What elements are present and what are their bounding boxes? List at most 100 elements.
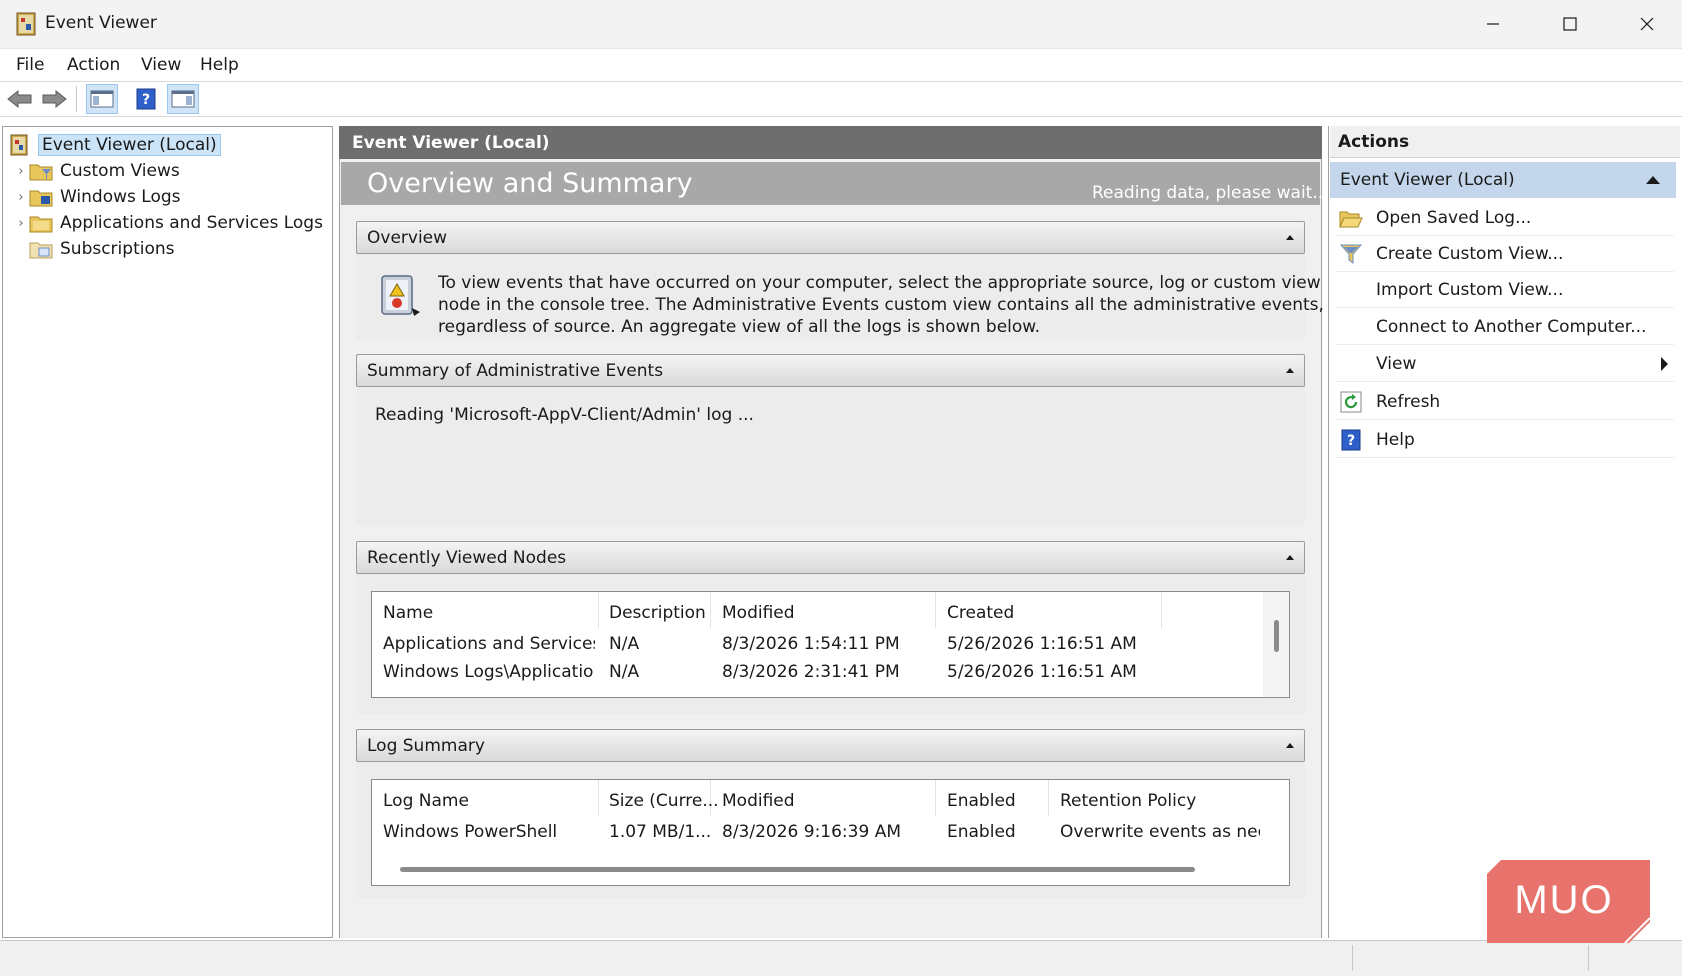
expand-chevron-icon[interactable]: › — [13, 164, 29, 179]
maximize-button[interactable] — [1535, 0, 1605, 48]
actions-group-header[interactable]: Event Viewer (Local) — [1330, 162, 1676, 198]
show-hide-console-tree-button[interactable] — [86, 84, 118, 114]
expand-chevron-icon[interactable]: › — [13, 190, 29, 205]
tree-item-event-viewer-local[interactable]: Event Viewer (Local) — [7, 132, 221, 158]
scrollbar-thumb[interactable] — [400, 867, 1195, 872]
summary-status-text: Reading 'Microsoft-AppV-Client/Admin' lo… — [375, 405, 754, 425]
action-open-saved-log[interactable]: Open Saved Log... — [1336, 200, 1674, 236]
cell-name: Applications and Services ... — [383, 634, 595, 654]
overview-section-header[interactable]: Overview — [356, 221, 1305, 254]
menu-file[interactable]: File — [16, 55, 44, 75]
toolbar: ? — [0, 82, 1682, 117]
column-divider — [598, 780, 599, 816]
cell-description: N/A — [609, 634, 640, 654]
cell-name: Windows Logs\Application — [383, 662, 595, 682]
column-header-created[interactable]: Created — [947, 603, 1014, 623]
action-import-custom-view[interactable]: Import Custom View... — [1336, 272, 1674, 308]
tree-item-subscriptions[interactable]: Subscriptions — [13, 236, 174, 262]
page-title: Overview and Summary — [367, 168, 693, 199]
section-title: Overview — [367, 227, 448, 248]
column-header-log-name[interactable]: Log Name — [383, 791, 469, 811]
forward-button[interactable] — [38, 84, 70, 114]
show-hide-action-pane-button[interactable] — [167, 84, 199, 114]
menu-help[interactable]: Help — [200, 55, 239, 75]
table-row[interactable]: Windows Logs\Application N/A 8/3/2026 2:… — [372, 660, 1262, 688]
horizontal-scrollbar[interactable] — [372, 858, 1289, 885]
collapse-icon[interactable] — [1286, 235, 1294, 240]
cell-enabled: Enabled — [947, 822, 1016, 842]
minimize-icon — [1487, 23, 1499, 25]
column-header-modified[interactable]: Modified — [722, 603, 795, 623]
overview-text-line: node in the console tree. The Administra… — [438, 295, 1324, 315]
expand-chevron-icon[interactable]: › — [13, 216, 29, 231]
collapse-icon[interactable] — [1286, 368, 1294, 373]
cell-modified: 8/3/2026 9:16:39 AM — [722, 822, 901, 842]
menu-view[interactable]: View — [141, 55, 181, 75]
help-icon: ? — [1341, 429, 1361, 450]
column-divider — [1161, 592, 1162, 628]
menu-bar: File Action View Help — [0, 49, 1682, 82]
column-divider — [1048, 780, 1049, 816]
status-separator — [1352, 945, 1353, 971]
section-title: Recently Viewed Nodes — [367, 547, 567, 568]
table-row[interactable]: Windows PowerShell 1.07 MB/1... 8/3/2026… — [372, 820, 1262, 848]
folder-open-icon — [1338, 206, 1364, 230]
tree-item-custom-views[interactable]: › Custom Views — [13, 158, 180, 184]
submenu-arrow-icon — [1661, 357, 1668, 371]
svg-text:?: ? — [1347, 433, 1355, 449]
table-row[interactable]: Applications and Services ... N/A 8/3/20… — [372, 632, 1262, 660]
tree-item-windows-logs[interactable]: › Windows Logs — [13, 184, 180, 210]
vertical-scrollbar[interactable] — [1263, 592, 1289, 697]
folder-windows-icon — [29, 190, 53, 207]
scrollbar-thumb[interactable] — [1274, 620, 1279, 652]
event-viewer-icon — [10, 134, 28, 156]
overview-text-line: regardless of source. An aggregate view … — [438, 317, 1041, 337]
action-label: Refresh — [1376, 391, 1441, 412]
column-header-size[interactable]: Size (Curre... — [609, 791, 719, 811]
column-header-enabled[interactable]: Enabled — [947, 791, 1016, 811]
summary-section-header[interactable]: Summary of Administrative Events — [356, 354, 1305, 387]
cell-retention-policy: Overwrite events as nece... — [1060, 822, 1260, 842]
close-button[interactable] — [1612, 0, 1682, 48]
column-header-modified[interactable]: Modified — [722, 791, 795, 811]
tree-item-applications-services-logs[interactable]: › Applications and Services Logs — [13, 210, 323, 236]
action-view[interactable]: View — [1336, 346, 1674, 382]
column-header-retention-policy[interactable]: Retention Policy — [1060, 791, 1196, 811]
action-help[interactable]: ? Help — [1336, 422, 1674, 458]
recent-nodes-section-header[interactable]: Recently Viewed Nodes — [356, 541, 1305, 574]
subscriptions-icon — [29, 242, 53, 259]
status-bar — [0, 940, 1682, 976]
filter-icon — [1338, 242, 1364, 266]
collapse-icon[interactable] — [1286, 555, 1294, 560]
minimize-button[interactable] — [1458, 0, 1528, 48]
back-button[interactable] — [4, 84, 36, 114]
menu-action[interactable]: Action — [67, 55, 120, 75]
action-label: Connect to Another Computer... — [1376, 316, 1647, 337]
column-header-description[interactable]: Description — [609, 603, 706, 623]
log-summary-table: Log Name Size (Curre... Modified Enabled… — [371, 779, 1290, 886]
overview-section-body: To view events that have occurred on you… — [356, 254, 1324, 340]
collapse-icon[interactable] — [1646, 176, 1660, 184]
tree-item-label: Custom Views — [60, 161, 180, 181]
help-toolbar-button[interactable]: ? — [130, 84, 162, 114]
action-label: View — [1376, 353, 1417, 374]
muo-watermark-logo: MUO — [1487, 860, 1650, 943]
help-icon: ? — [1338, 428, 1364, 452]
section-title: Summary of Administrative Events — [367, 360, 664, 381]
log-summary-section-header[interactable]: Log Summary — [356, 729, 1305, 762]
action-connect-another-computer[interactable]: Connect to Another Computer... — [1336, 309, 1674, 345]
collapse-icon[interactable] — [1286, 743, 1294, 748]
action-refresh[interactable]: Refresh — [1336, 384, 1674, 420]
tree-item-label: Applications and Services Logs — [60, 213, 323, 233]
cell-modified: 8/3/2026 2:31:41 PM — [722, 662, 900, 682]
maximize-icon — [1563, 17, 1577, 31]
action-create-custom-view[interactable]: Create Custom View... — [1336, 236, 1674, 272]
action-label: Help — [1376, 429, 1415, 450]
refresh-icon — [1338, 390, 1364, 414]
column-header-name[interactable]: Name — [383, 603, 433, 623]
svg-text:MUO: MUO — [1514, 878, 1613, 922]
svg-text:?: ? — [142, 92, 150, 108]
cell-created: 5/26/2026 1:16:51 AM — [947, 662, 1137, 682]
folder-filter-icon — [29, 164, 53, 181]
tree-root-label: Event Viewer (Local) — [38, 134, 221, 156]
